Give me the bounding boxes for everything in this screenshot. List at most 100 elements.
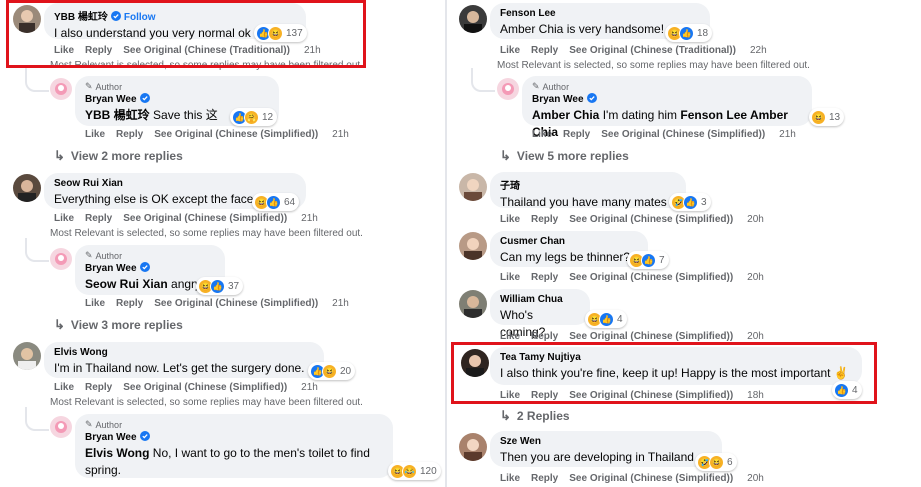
pen-icon: ✎ — [85, 419, 93, 429]
like-reaction-icon: 👍 — [266, 194, 281, 210]
author-tag: ✎ Author — [85, 419, 123, 430]
timestamp[interactable]: 21h — [779, 129, 796, 140]
see-original-button[interactable]: See Original (Chinese (Simplified)) — [569, 272, 733, 283]
reply-button[interactable]: Reply — [531, 331, 558, 342]
reply-button[interactable]: Reply — [531, 214, 558, 225]
reply-button[interactable]: Reply — [531, 272, 558, 283]
avatar[interactable] — [459, 290, 487, 318]
reaction-summary[interactable]: 🤣 😆 6 — [695, 453, 737, 471]
reaction-summary[interactable]: 😆 13 — [809, 108, 845, 126]
comment-bubble: Sze Wen Then you are developing in Thail… — [490, 431, 722, 467]
timestamp[interactable]: 20h — [747, 473, 764, 484]
commenter-name[interactable]: Bryan Wee — [85, 94, 137, 105]
timestamp[interactable]: 20h — [747, 272, 764, 283]
view-more-replies[interactable]: ↳ View 5 more replies — [500, 148, 629, 164]
view-replies[interactable]: ↳ 2 Replies — [500, 408, 570, 424]
avatar[interactable] — [13, 174, 41, 202]
avatar[interactable] — [497, 78, 519, 100]
reaction-count: 6 — [727, 456, 733, 468]
like-button[interactable]: Like — [500, 272, 520, 283]
commenter-name[interactable]: Sze Wen — [500, 436, 541, 447]
commenter-name[interactable]: 子琦 — [500, 181, 520, 192]
mention-link[interactable]: Elvis Wong — [85, 446, 149, 460]
timestamp[interactable]: 21h — [301, 213, 318, 224]
like-reaction-icon: 👍 — [599, 311, 614, 327]
avatar[interactable] — [50, 416, 72, 438]
timestamp[interactable]: 21h — [332, 298, 349, 309]
mention-link[interactable]: Amber Chia — [532, 108, 599, 122]
commenter-name[interactable]: Cusmer Chan — [500, 236, 565, 247]
comment-actions: Like Reply See Original (Chinese (Simplifi… — [500, 214, 775, 225]
reaction-summary[interactable]: 😆 😂 120 — [388, 462, 441, 480]
avatar[interactable] — [459, 5, 487, 33]
timestamp[interactable]: 20h — [747, 214, 764, 225]
avatar[interactable] — [459, 232, 487, 260]
reaction-summary[interactable]: 😆 👍 64 — [252, 193, 300, 211]
like-button[interactable]: Like — [54, 213, 74, 224]
haha-reaction-icon: 😆 — [709, 454, 724, 470]
mention-link[interactable]: Seow Rui Xian — [85, 277, 168, 291]
reaction-summary[interactable]: 👍 😆 20 — [308, 362, 356, 380]
see-original-button[interactable]: See Original (Chinese (Simplified)) — [123, 382, 287, 393]
reply-button[interactable]: Reply — [531, 473, 558, 484]
view-more-replies[interactable]: ↳ View 2 more replies — [54, 148, 183, 164]
reply-button[interactable]: Reply — [85, 382, 112, 393]
like-button[interactable]: Like — [500, 331, 520, 342]
reply-button[interactable]: Reply — [116, 129, 143, 140]
commenter-name[interactable]: William Chua — [500, 294, 563, 305]
reply-button[interactable]: Reply — [85, 213, 112, 224]
see-original-button[interactable]: See Original (Chinese (Traditional)) — [569, 45, 736, 56]
reaction-summary[interactable]: 😆 👍 18 — [665, 24, 713, 42]
see-original-button[interactable]: See Original (Chinese (Simplified)) — [569, 473, 733, 484]
haha-reaction-icon: 😆 — [322, 363, 337, 379]
reaction-count: 7 — [659, 254, 665, 266]
see-original-button[interactable]: See Original (Chinese (Simplified)) — [123, 213, 287, 224]
like-button[interactable]: Like — [85, 298, 105, 309]
timestamp[interactable]: 21h — [332, 129, 349, 140]
like-button[interactable]: Like — [532, 129, 552, 140]
reaction-count: 20 — [340, 365, 352, 377]
like-button[interactable]: Like — [85, 129, 105, 140]
reaction-summary[interactable]: 🤣 👍 3 — [669, 193, 711, 211]
timestamp[interactable]: 21h — [301, 382, 318, 393]
reaction-summary[interactable]: 😆 👍 4 — [585, 310, 627, 328]
comment-text: Save this 这 — [153, 108, 218, 122]
avatar[interactable] — [50, 78, 72, 100]
timestamp[interactable]: 22h — [750, 45, 767, 56]
commenter-name[interactable]: Bryan Wee — [85, 263, 137, 274]
see-original-button[interactable]: See Original (Chinese (Simplified)) — [601, 129, 765, 140]
commenter-name[interactable]: Elvis Wong — [54, 347, 108, 358]
like-button[interactable]: Like — [500, 45, 520, 56]
avatar[interactable] — [13, 342, 41, 370]
like-button[interactable]: Like — [54, 382, 74, 393]
comment-text: Then you are developing in Thailand — [500, 450, 694, 464]
reaction-summary[interactable]: 😆 👍 7 — [627, 251, 669, 269]
view-more-replies[interactable]: ↳ View 3 more replies — [54, 317, 183, 333]
see-original-button[interactable]: See Original (Chinese (Simplified)) — [154, 129, 318, 140]
timestamp[interactable]: 20h — [747, 331, 764, 342]
commenter-name[interactable]: Bryan Wee — [85, 432, 137, 443]
see-original-button[interactable]: See Original (Chinese (Simplified)) — [569, 214, 733, 225]
reaction-summary[interactable]: 😆 👍 37 — [196, 277, 244, 295]
see-original-button[interactable]: See Original (Chinese (Simplified)) — [569, 331, 733, 342]
comment-actions: Like Reply See Original (Chinese (Simplifi… — [54, 382, 329, 393]
comment-actions: Like Reply See Original (Chinese (Traditio… — [500, 45, 778, 56]
avatar[interactable] — [50, 248, 72, 270]
see-original-button[interactable]: See Original (Chinese (Simplified)) — [154, 298, 318, 309]
reply-button[interactable]: Reply — [531, 45, 558, 56]
like-button[interactable]: Like — [500, 214, 520, 225]
mention-link[interactable]: YBB 楊虹玲 — [85, 108, 150, 122]
commenter-name[interactable]: Fenson Lee — [500, 8, 556, 19]
reply-button[interactable]: Reply — [563, 129, 590, 140]
reaction-summary[interactable]: 👍 🤗 12 — [230, 108, 278, 126]
like-reaction-icon: 👍 — [679, 25, 694, 41]
commenter-name[interactable]: Bryan Wee — [532, 94, 584, 105]
avatar[interactable] — [459, 173, 487, 201]
comment-bubble: Cusmer Chan Can my legs be thinner? — [490, 231, 648, 267]
like-reaction-icon: 👍 — [683, 194, 698, 210]
reply-button[interactable]: Reply — [116, 298, 143, 309]
highlight-box — [451, 342, 877, 404]
avatar[interactable] — [459, 433, 487, 461]
like-button[interactable]: Like — [500, 473, 520, 484]
commenter-name[interactable]: Seow Rui Xian — [54, 178, 123, 189]
